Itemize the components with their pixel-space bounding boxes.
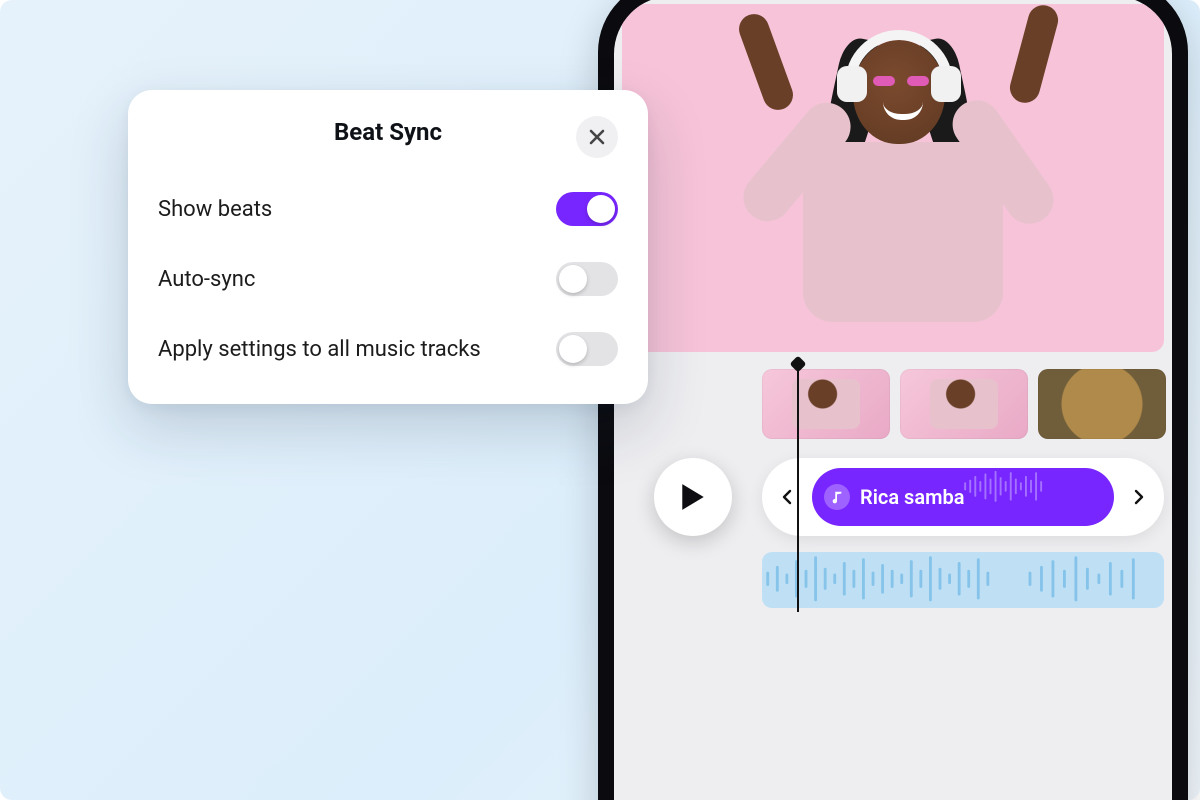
- waveform-icon: [962, 468, 1114, 505]
- toggle-auto-sync[interactable]: [556, 262, 618, 296]
- next-track-button[interactable]: [1120, 479, 1156, 515]
- beat-sync-panel: Beat Sync Show beats Auto-sync Apply set…: [128, 90, 648, 404]
- audio-track-name: Rica samba: [860, 485, 964, 509]
- selected-audio-track[interactable]: Rica samba: [762, 458, 1164, 536]
- option-label: Auto-sync: [158, 267, 255, 292]
- music-note-icon: [824, 484, 850, 510]
- panel-title: Beat Sync: [334, 118, 442, 146]
- toggle-show-beats[interactable]: [556, 192, 618, 226]
- audio-clip-pill[interactable]: Rica samba: [812, 468, 1114, 526]
- option-apply-all: Apply settings to all music tracks: [158, 314, 618, 384]
- secondary-audio-track[interactable]: [762, 552, 1164, 608]
- timeline-playhead[interactable]: [797, 362, 799, 612]
- play-icon: [680, 482, 706, 512]
- close-button[interactable]: [576, 116, 618, 158]
- clip-thumbnail[interactable]: [900, 369, 1028, 439]
- play-button[interactable]: [654, 458, 732, 536]
- toggle-apply-all[interactable]: [556, 332, 618, 366]
- dancer-illustration: [733, 22, 1053, 352]
- prev-track-button[interactable]: [770, 479, 806, 515]
- waveform-icon: [762, 552, 1164, 606]
- option-show-beats: Show beats: [158, 174, 618, 244]
- clip-thumbnail[interactable]: [1038, 369, 1166, 439]
- phone-frame: Rica samba: [598, 0, 1188, 800]
- option-auto-sync: Auto-sync: [158, 244, 618, 314]
- promo-stage: Rica samba: [0, 0, 1200, 800]
- close-icon: [588, 128, 606, 146]
- chevron-left-icon: [780, 489, 796, 505]
- option-label: Apply settings to all music tracks: [158, 337, 481, 362]
- clip-thumbnail[interactable]: [762, 369, 890, 439]
- phone-screen: Rica samba: [614, 0, 1172, 800]
- video-preview[interactable]: [622, 4, 1164, 352]
- clip-thumbnail-strip[interactable]: [762, 368, 1164, 440]
- option-label: Show beats: [158, 197, 272, 222]
- chevron-right-icon: [1130, 489, 1146, 505]
